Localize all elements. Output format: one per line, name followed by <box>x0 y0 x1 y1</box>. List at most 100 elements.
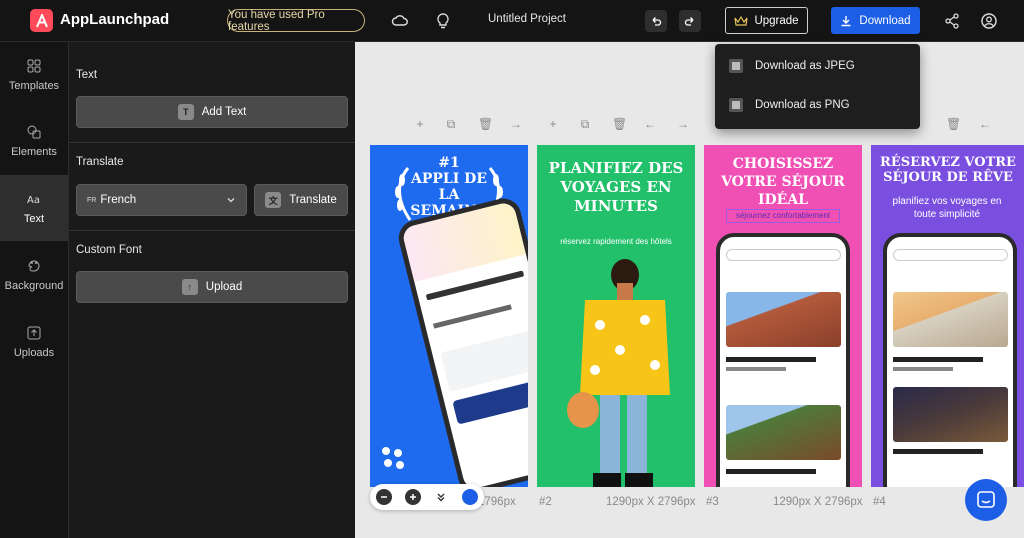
image-file-icon <box>729 98 743 112</box>
top-bar: AppLaunchpad You have used Pro features … <box>0 0 1024 42</box>
add-screen-icon[interactable]: + <box>547 118 559 130</box>
canvas-area[interactable]: + ⧉ 🗑 → + ⧉ 🗑 ← → 🗑 ← #1 APPLI DE LA SEM… <box>355 42 1024 538</box>
nav-item-text[interactable]: Aa Text <box>0 175 68 241</box>
dots-logo-icon <box>382 447 404 469</box>
card-2-headline: PLANIFIEZ DES VOYAGES EN MINUTES <box>548 159 684 215</box>
move-right-icon[interactable]: → <box>677 118 689 130</box>
phone-mockup <box>883 233 1017 487</box>
share-icon[interactable] <box>943 12 961 30</box>
crown-icon <box>734 15 749 26</box>
nav-item-elements[interactable]: Elements <box>0 108 68 174</box>
nav-item-templates[interactable]: Templates <box>0 42 68 108</box>
phone-mockup <box>395 194 528 487</box>
chat-support-button[interactable] <box>965 479 1007 521</box>
translate-icon: 文 <box>265 192 282 208</box>
download-icon <box>841 15 851 26</box>
svg-text:Aa: Aa <box>27 195 40 206</box>
card-3-size-label: 1290px X 2796px <box>773 496 863 508</box>
elements-icon <box>27 125 41 139</box>
card-2-subline: réservez rapidement des hôtels <box>560 237 672 246</box>
section-heading-text: Text <box>76 69 98 81</box>
undo-button[interactable] <box>645 10 667 32</box>
redo-button[interactable] <box>679 10 701 32</box>
duplicate-icon[interactable]: ⧉ <box>445 118 457 130</box>
nav-item-uploads[interactable]: Uploads <box>0 309 68 375</box>
download-jpeg-option[interactable]: Download as JPEG <box>729 56 855 76</box>
screenshot-card-4[interactable]: RÉSERVEZ VOTRE SÉJOUR DE RÊVE planifiez … <box>871 145 1024 487</box>
project-title[interactable]: Untitled Project <box>470 13 584 25</box>
text-t-icon: T <box>177 104 194 120</box>
phone-mockup <box>716 233 850 487</box>
card-3-number-label: #3 <box>706 496 719 508</box>
left-nav: Templates Elements Aa Text Background Up… <box>0 42 69 538</box>
download-button[interactable]: Download <box>831 7 920 34</box>
lightbulb-icon[interactable] <box>434 12 452 30</box>
chat-icon <box>977 491 995 508</box>
screenshot-card-1[interactable]: #1 APPLI DE LA SEMAINE <box>370 145 528 487</box>
move-left-icon[interactable]: ← <box>979 118 991 130</box>
upgrade-label: Upgrade <box>754 14 799 27</box>
language-code: FR <box>87 196 97 204</box>
image-file-icon <box>729 59 743 73</box>
move-left-icon[interactable]: ← <box>644 118 656 130</box>
download-menu: Download as JPEG Download as PNG <box>715 44 920 129</box>
nav-item-background[interactable]: Background <box>0 242 68 308</box>
nav-label-background: Background <box>4 280 64 292</box>
language-selected: French <box>100 194 137 206</box>
add-screen-icon[interactable]: + <box>414 118 426 130</box>
add-text-button[interactable]: T Add Text <box>76 96 348 128</box>
nav-label-elements: Elements <box>11 146 57 158</box>
user-account-icon[interactable] <box>980 12 998 30</box>
move-right-icon[interactable]: → <box>510 118 522 130</box>
nav-label-uploads: Uploads <box>13 347 55 359</box>
translate-button[interactable]: 文 Translate <box>254 184 348 216</box>
card-1-headline-rank: #1 <box>438 155 460 171</box>
section-heading-translate: Translate <box>76 156 124 168</box>
nav-label-templates: Templates <box>8 80 60 92</box>
minus-icon <box>381 496 387 498</box>
download-label: Download <box>859 14 911 27</box>
upload-icon: ↑ <box>181 279 198 295</box>
card-3-headline: CHOISISSEZ VOTRE SÉJOUR IDÉAL <box>721 156 845 208</box>
card-2-size-label: 1290px X 2796px <box>606 496 696 508</box>
templates-icon <box>27 59 41 73</box>
undo-icon <box>652 17 662 26</box>
brand-name: AppLaunchpad <box>60 11 170 28</box>
redo-icon <box>684 17 694 26</box>
text-panel: Text T Add Text Translate FR French 文 Tr… <box>69 42 355 538</box>
delete-icon[interactable]: 🗑 <box>612 118 627 130</box>
card-4-headline: RÉSERVEZ VOTRE SÉJOUR DE RÊVE <box>880 155 1016 185</box>
traveler-illustration-icon <box>567 259 670 487</box>
nav-label-text: Text <box>23 213 45 225</box>
screenshot-card-2[interactable]: PLANIFIEZ DES VOYAGES EN MINUTES réserve… <box>537 145 695 487</box>
pro-features-badge[interactable]: You have used Pro features <box>227 9 365 33</box>
download-png-label: Download as PNG <box>755 99 850 111</box>
divider <box>69 230 355 231</box>
background-icon <box>28 260 40 272</box>
delete-icon[interactable]: 🗑 <box>946 118 961 130</box>
card-4-subline: planifiez vos voyages en toute simplicit… <box>892 196 1002 220</box>
duplicate-icon[interactable]: ⧉ <box>579 118 591 130</box>
plus-icon <box>410 494 416 500</box>
zoom-out-button[interactable] <box>376 489 392 505</box>
upgrade-button[interactable]: Upgrade <box>725 7 808 34</box>
download-png-option[interactable]: Download as PNG <box>729 95 850 115</box>
text-icon: Aa <box>27 195 40 206</box>
upload-font-button[interactable]: ↑ Upload <box>76 271 348 303</box>
download-jpeg-label: Download as JPEG <box>755 60 855 72</box>
upload-label: Upload <box>205 281 243 293</box>
collapse-button[interactable] <box>433 489 449 505</box>
translate-label: Translate <box>289 194 337 206</box>
app-logo-icon[interactable] <box>30 9 53 32</box>
screenshot-card-3[interactable]: CHOISISSEZ VOTRE SÉJOUR IDÉAL séjournez … <box>704 145 862 487</box>
delete-icon[interactable]: 🗑 <box>478 118 493 130</box>
language-select[interactable]: FR French <box>76 184 247 216</box>
zoom-in-button[interactable] <box>405 489 421 505</box>
color-picker-dot[interactable] <box>462 489 478 505</box>
card-2-number-label: #2 <box>539 496 552 508</box>
card-4-number-label: #4 <box>873 496 886 508</box>
cloud-save-icon[interactable] <box>391 12 409 30</box>
card-1-headline-line-2: APPLI DE <box>411 171 487 187</box>
divider <box>69 142 355 143</box>
double-chevron-down-icon <box>437 493 445 502</box>
